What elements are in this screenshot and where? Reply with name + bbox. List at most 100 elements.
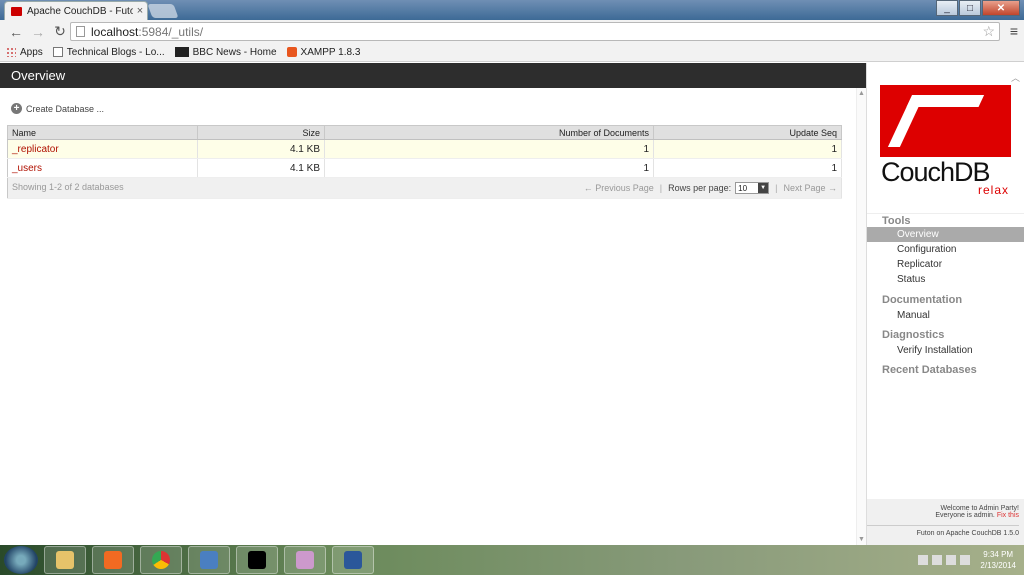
forward-arrow-icon[interactable]: → <box>27 24 49 40</box>
taskbar-dolphin[interactable] <box>188 546 230 574</box>
sidebar-footer: Welcome to Admin Party! Everyone is admi… <box>867 499 1024 545</box>
table-row: _users 4.1 KB 1 1 <box>7 158 842 178</box>
tools-section: Tools Overview Configuration Replicator … <box>867 213 1024 287</box>
sidebar-item-manual[interactable]: Manual <box>867 308 1024 323</box>
admin-text: Everyone is admin. <box>935 512 995 519</box>
bookmark-apps[interactable]: Apps <box>6 47 43 58</box>
db-seq-cell: 1 <box>653 158 842 178</box>
bookmark-xampp[interactable]: XAMPP 1.8.3 <box>286 46 361 58</box>
browser-menu-icon[interactable]: ≡ <box>1010 23 1018 39</box>
create-database-label: Create Database ... <box>26 103 105 114</box>
sidebar: ︿ CouchDB relax Tools Overview Configura… <box>866 63 1024 545</box>
sidebar-item-replicator[interactable]: Replicator <box>867 257 1024 272</box>
bookmark-technical-blogs[interactable]: Technical Blogs - Lo... <box>52 46 165 58</box>
next-page-link[interactable]: Next Page → <box>783 183 837 193</box>
column-header-documents[interactable]: Number of Documents <box>324 125 654 140</box>
address-bar[interactable]: localhost:5984/_utils/ ☆ <box>70 22 1000 41</box>
tray-volume-icon[interactable] <box>960 555 971 565</box>
welcome-message: Welcome to Admin Party! <box>940 505 1019 512</box>
bookmark-star-icon[interactable]: ☆ <box>982 23 995 40</box>
apps-icon <box>6 47 16 57</box>
browser-toolbar: ← → ↻ localhost:5984/_utils/ ☆ ≡ <box>0 20 1024 43</box>
taskbar-xampp[interactable] <box>92 546 134 574</box>
db-seq-cell: 1 <box>653 139 842 159</box>
column-header-name[interactable]: Name <box>7 125 198 140</box>
diagnostics-section: Diagnostics Verify Installation <box>867 329 1024 358</box>
taskbar-explorer[interactable] <box>44 546 86 574</box>
tab-title: Apache CouchDB - Futon <box>27 5 133 17</box>
taskbar-paint[interactable] <box>284 546 326 574</box>
db-name-cell: _replicator <box>7 139 198 159</box>
db-size-cell: 4.1 KB <box>197 139 325 159</box>
folder-icon <box>56 551 74 569</box>
databases-table: Name Size Number of Documents Update Seq… <box>7 125 842 199</box>
rows-per-page-label: Rows per page: <box>668 183 732 193</box>
column-header-size[interactable]: Size <box>197 125 325 140</box>
browser-titlebar: Apache CouchDB - Futon × _ □ ✕ <box>0 0 1024 20</box>
couchdb-favicon-icon <box>11 6 22 16</box>
taskbar-word[interactable] <box>332 546 374 574</box>
db-link-users[interactable]: _users <box>12 163 42 174</box>
tray-flag-icon[interactable] <box>918 555 929 565</box>
close-tab-icon[interactable]: × <box>133 5 147 17</box>
db-docs-cell: 1 <box>324 139 654 159</box>
pager-cell: Showing 1-2 of 2 databases ← Previous Pa… <box>7 177 842 199</box>
diagnostics-heading: Diagnostics <box>882 329 945 341</box>
plus-icon: + <box>11 103 22 114</box>
window-controls: _ □ ✕ <box>935 0 1020 16</box>
bookmark-label: XAMPP 1.8.3 <box>300 46 361 58</box>
paint-icon <box>296 551 314 569</box>
taskbar-chrome[interactable] <box>140 546 182 574</box>
tools-heading: Tools <box>867 213 1024 227</box>
column-header-update-seq[interactable]: Update Seq <box>653 125 842 140</box>
admin-message: Everyone is admin. Fix this <box>867 512 1019 519</box>
scroll-down-icon[interactable]: ▼ <box>858 536 865 543</box>
tray-app-icon[interactable] <box>932 555 943 565</box>
clock-date: 2/13/2014 <box>980 561 1016 570</box>
new-tab-button[interactable] <box>147 4 179 18</box>
chevron-down-icon: ▼ <box>758 183 769 193</box>
bookmark-label: Technical Blogs - Lo... <box>66 46 165 58</box>
pager-separator: | <box>775 183 778 193</box>
reload-icon[interactable]: ↻ <box>49 23 71 40</box>
start-button-icon[interactable] <box>4 546 38 574</box>
sidebar-item-status[interactable]: Status <box>867 272 1024 287</box>
maximize-button[interactable]: □ <box>959 0 981 16</box>
rows-per-page-select[interactable]: 10 ▼ <box>735 182 770 194</box>
scroll-up-icon[interactable]: ▲ <box>858 90 865 97</box>
bookmark-bbc-news[interactable]: BBC News - Home <box>174 47 277 58</box>
recent-databases-section: Recent Databases <box>867 364 1024 378</box>
documentation-heading: Documentation <box>882 294 963 306</box>
xampp-icon <box>286 47 297 57</box>
os-taskbar: 9:34 PM 2/13/2014 <box>0 545 1024 575</box>
taskbar-d-app[interactable] <box>236 546 278 574</box>
close-window-button[interactable]: ✕ <box>982 0 1020 16</box>
word-icon <box>344 551 362 569</box>
version-info: Futon on Apache CouchDB 1.5.0 <box>867 525 1019 537</box>
sidebar-item-overview[interactable]: Overview <box>867 227 1024 242</box>
clock-time: 9:34 PM <box>983 550 1014 559</box>
db-name-cell: _users <box>7 158 198 178</box>
browser-tab[interactable]: Apache CouchDB - Futon × <box>4 1 148 20</box>
system-tray: 9:34 PM 2/13/2014 <box>864 545 1024 575</box>
minimize-button[interactable]: _ <box>936 0 958 16</box>
document-icon <box>52 47 63 57</box>
tray-network-icon[interactable] <box>946 555 957 565</box>
sidebar-item-verify-installation[interactable]: Verify Installation <box>867 343 1024 358</box>
sidebar-item-configuration[interactable]: Configuration <box>867 242 1024 257</box>
pager-separator: | <box>659 183 663 193</box>
back-arrow-icon[interactable]: ← <box>5 24 27 40</box>
table-pager-row: Showing 1-2 of 2 databases ← Previous Pa… <box>7 177 842 199</box>
db-link-replicator[interactable]: _replicator <box>12 144 59 155</box>
bookmarks-bar: Apps Technical Blogs - Lo... BBC News - … <box>0 43 1024 62</box>
table-row: _replicator 4.1 KB 1 1 <box>7 139 842 159</box>
url-host: localhost <box>91 24 139 39</box>
previous-page-link[interactable]: ← Previous Page <box>584 183 654 193</box>
fix-this-link[interactable]: Fix this <box>997 512 1019 519</box>
create-database-button[interactable]: + Create Database ... <box>11 103 104 114</box>
sidebar-collapse-icon[interactable]: ︿ <box>1011 71 1020 84</box>
dolphin-icon <box>200 551 218 569</box>
recent-databases-heading: Recent Databases <box>882 364 977 376</box>
system-clock[interactable]: 9:34 PM 2/13/2014 <box>980 549 1016 571</box>
content-scrollbar[interactable]: ▲ ▼ <box>856 88 866 545</box>
